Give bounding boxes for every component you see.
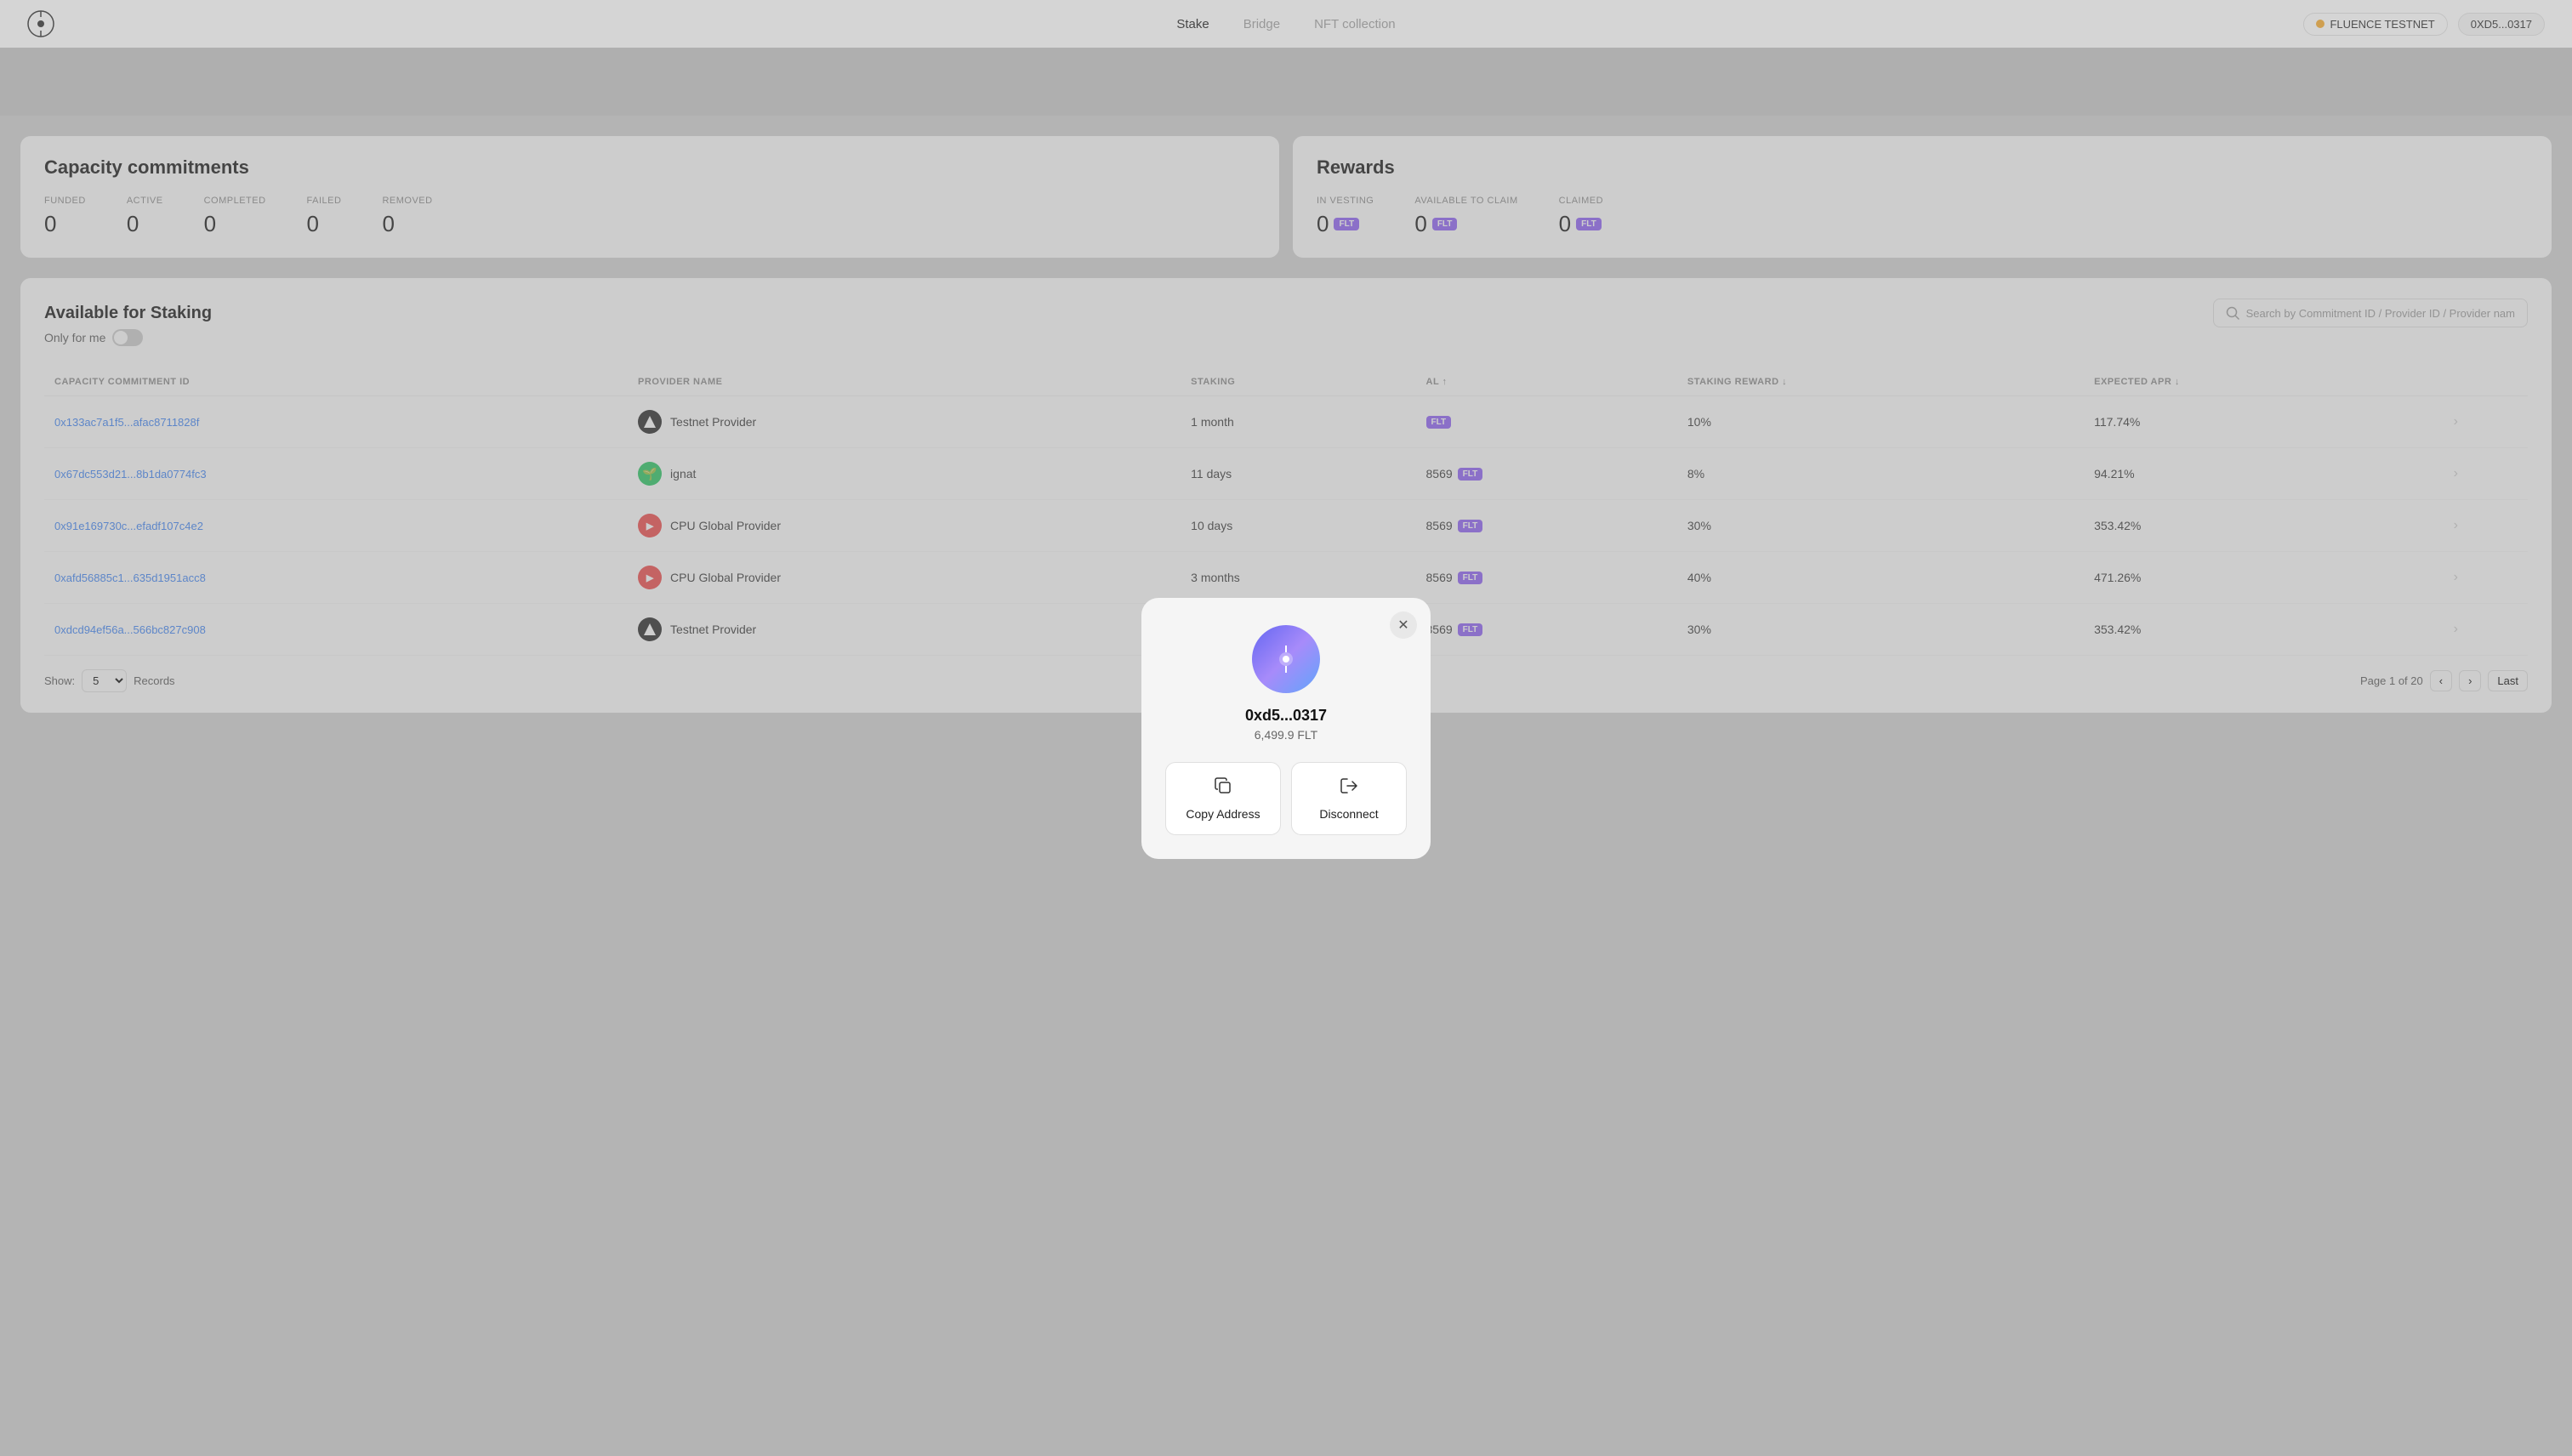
modal-wallet-address: 0xd5...0317 [1245, 707, 1327, 725]
modal-close-button[interactable]: ✕ [1390, 611, 1417, 639]
copy-icon [1214, 776, 1232, 800]
modal-wallet-balance: 6,499.9 FLT [1255, 728, 1317, 742]
wallet-modal: ✕ 0xd5...0317 6,499.9 FLT Copy Address [1141, 598, 1431, 859]
modal-overlay[interactable]: ✕ 0xd5...0317 6,499.9 FLT Copy Address [0, 0, 2572, 1456]
modal-logo-icon [1271, 644, 1301, 674]
modal-avatar [1252, 625, 1320, 693]
copy-address-label: Copy Address [1186, 807, 1260, 821]
modal-actions: Copy Address Disconnect [1165, 762, 1407, 835]
disconnect-label: Disconnect [1319, 807, 1378, 821]
disconnect-icon [1340, 776, 1358, 800]
disconnect-button[interactable]: Disconnect [1291, 762, 1407, 835]
copy-address-button[interactable]: Copy Address [1165, 762, 1281, 835]
